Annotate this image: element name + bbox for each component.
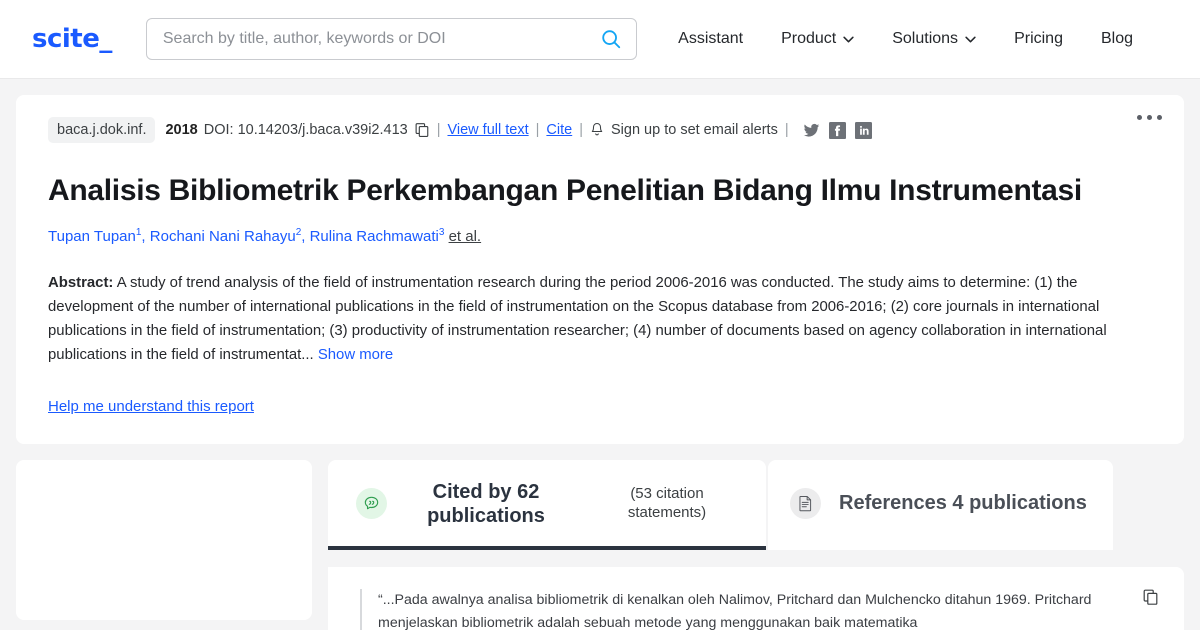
meta-separator: | [535, 122, 540, 138]
journal-badge[interactable]: baca.j.dok.inf. [48, 117, 156, 143]
abstract-text: A study of trend analysis of the field o… [48, 275, 1107, 364]
tab-bar: Cited by 62 publications (53 citation st… [328, 459, 1184, 551]
help-understand-report-link[interactable]: Help me understand this report [48, 398, 254, 415]
facebook-icon[interactable] [828, 121, 846, 139]
citation-statement-card: “...Pada awalnya analisa bibliometrik di… [328, 567, 1184, 630]
nav-item-solutions[interactable]: Solutions [873, 30, 995, 48]
author-affiliation-3: 3 [438, 227, 445, 238]
citation-statement-text: “...Pada awalnya analisa bibliometrik di… [360, 589, 1162, 630]
author-link-1[interactable]: Tupan Tupan [48, 228, 136, 245]
meta-separator: | [436, 122, 441, 138]
twitter-icon[interactable] [803, 122, 820, 139]
search-input[interactable] [162, 30, 601, 48]
email-alerts-text[interactable]: Sign up to set email alerts [611, 122, 778, 138]
nav-item-product[interactable]: Product [762, 30, 873, 48]
paper-card: baca.j.dok.inf. 2018 DOI: 10.14203/j.bac… [16, 95, 1184, 444]
meta-separator: | [579, 122, 583, 138]
document-icon [790, 488, 821, 520]
abstract-section: Abstract: A study of trend analysis of t… [48, 271, 1152, 368]
copy-icon[interactable] [415, 122, 430, 138]
linkedin-icon[interactable] [854, 121, 872, 139]
nav-item-blog[interactable]: Blog [1082, 30, 1152, 48]
nav-label-blog: Blog [1100, 30, 1133, 47]
doi-text: DOI: 10.14203/j.baca.v39i2.413 [203, 122, 408, 138]
scite-logo[interactable]: scite_ [32, 24, 112, 54]
main-nav: Assistant Product Solutions Pricing Blog [659, 30, 1152, 48]
nav-label-product: Product [781, 30, 837, 47]
nav-label-assistant: Assistant [678, 30, 744, 47]
nav-item-pricing[interactable]: Pricing [995, 30, 1082, 48]
tab-references[interactable]: References 4 publications [768, 459, 1113, 551]
author-link-2[interactable]: Rochani Nani Rahayu [150, 228, 296, 245]
cite-link[interactable]: Cite [546, 122, 572, 138]
quote-bubble-icon [356, 488, 387, 520]
tab-cited-by[interactable]: Cited by 62 publications (53 citation st… [328, 459, 766, 551]
meta-separator: | [784, 122, 789, 138]
nav-item-assistant[interactable]: Assistant [659, 30, 762, 48]
publication-year: 2018 [165, 122, 198, 138]
author-comma: , [141, 228, 150, 245]
author-link-3[interactable]: Rulina Rachmawati [310, 228, 439, 245]
page-title: Analisis Bibliometrik Perkembangan Penel… [48, 174, 1082, 207]
chevron-down-icon [965, 36, 976, 42]
tab-cited-by-sublabel: (53 citation statements) [627, 485, 707, 521]
nav-label-solutions: Solutions [892, 30, 959, 47]
social-share-group [803, 121, 872, 139]
bell-icon[interactable] [590, 122, 604, 138]
chevron-down-icon [843, 36, 854, 42]
sidebar-card [16, 459, 312, 620]
abstract-label: Abstract: [48, 275, 114, 291]
search-icon[interactable] [600, 28, 622, 50]
show-more-link[interactable]: Show more [318, 347, 393, 363]
author-comma: , [301, 228, 310, 245]
et-al-link[interactable]: et al. [449, 228, 482, 245]
page-body: baca.j.dok.inf. 2018 DOI: 10.14203/j.bac… [0, 79, 1200, 444]
copy-icon[interactable] [1143, 589, 1159, 606]
nav-label-pricing: Pricing [1014, 30, 1063, 47]
tab-references-label: References 4 publications [839, 492, 1087, 515]
more-options-icon[interactable] [1137, 115, 1162, 120]
site-header: scite_ Assistant Product Solutions Prici… [0, 0, 1200, 79]
lower-section: Cited by 62 publications (53 citation st… [0, 444, 1200, 630]
view-full-text-link[interactable]: View full text [447, 122, 528, 138]
author-list: Tupan Tupan1, Rochani Nani Rahayu2, Ruli… [48, 227, 1152, 245]
tab-cited-by-label: Cited by 62 publications [427, 480, 545, 527]
citations-panel: Cited by 62 publications (53 citation st… [328, 459, 1184, 630]
paper-meta-row: baca.j.dok.inf. 2018 DOI: 10.14203/j.bac… [48, 117, 1152, 143]
search-bar[interactable] [145, 18, 638, 60]
